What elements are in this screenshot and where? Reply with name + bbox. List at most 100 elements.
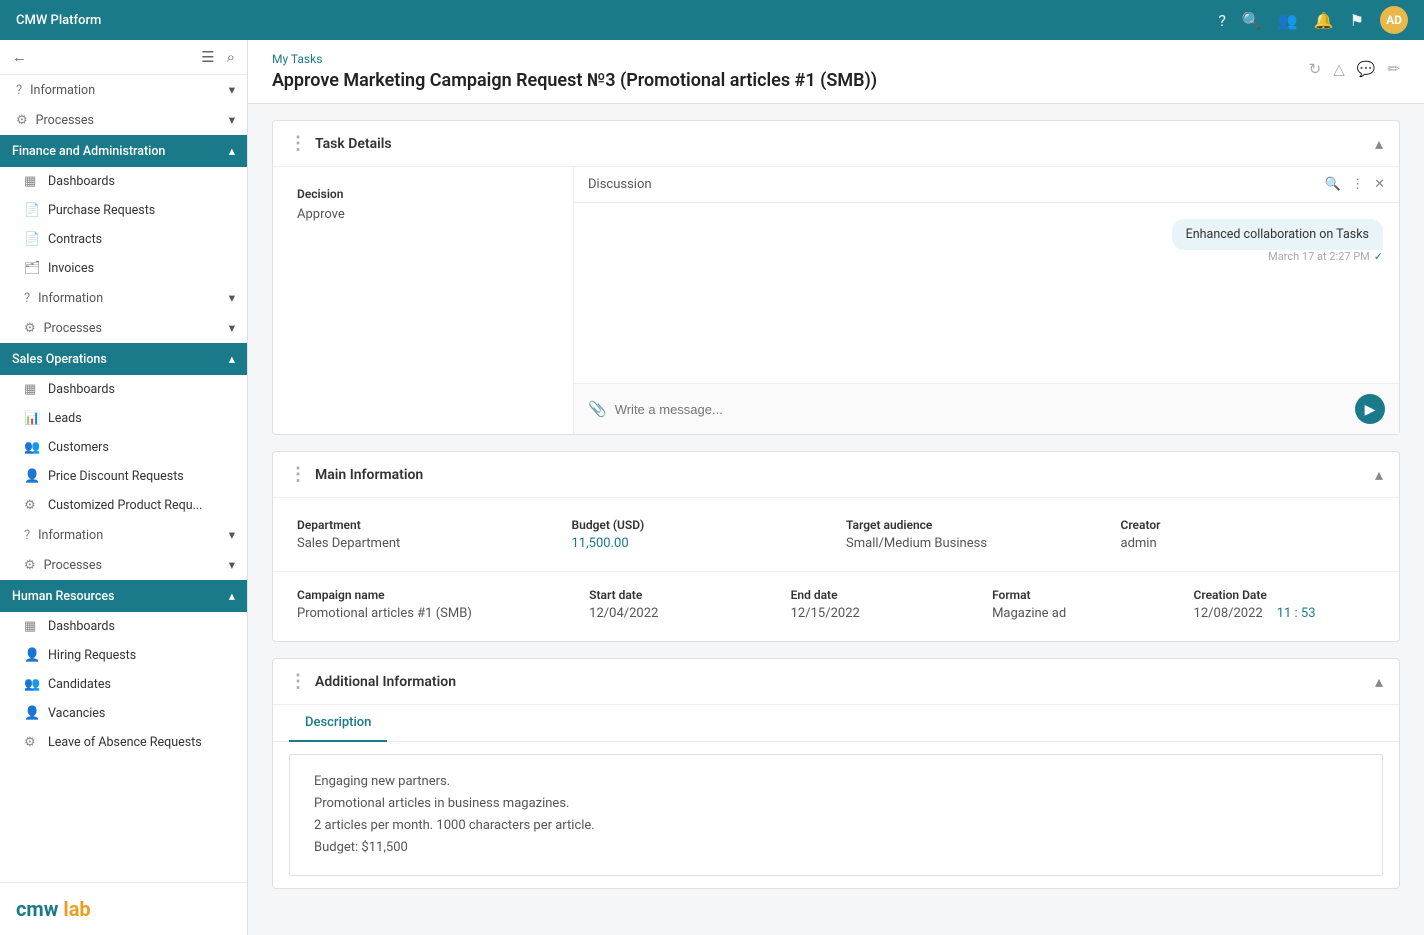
sidebar-label-processes-fin: Processes [44, 321, 102, 336]
menu-icon[interactable]: ☰ [201, 48, 214, 66]
discussion-body: Enhanced collaboration on Tasks March 17… [574, 203, 1399, 383]
sidebar-item-dashboards-fin[interactable]: ▦ Dashboards [0, 167, 247, 196]
collapse-icon[interactable] [1375, 465, 1383, 484]
field-budget: Budget (USD) 11,500.00 [572, 518, 827, 551]
tab-bar: Description [273, 705, 1399, 742]
message-bubble: Enhanced collaboration on Tasks [1172, 219, 1383, 250]
users-icon[interactable]: 👥 [1278, 11, 1298, 30]
task-details-title: Task Details [315, 136, 392, 152]
sidebar-search-icon[interactable]: ⌕ [227, 48, 235, 66]
sidebar-item-customized-product[interactable]: ⚙ Customized Product Requ... [0, 491, 247, 520]
comment-icon[interactable]: 💬 [1357, 60, 1376, 78]
sidebar-item-label: Customized Product Requ... [48, 498, 202, 513]
invoice-icon: 🗂 [24, 261, 40, 276]
desc-line-4: Budget: $11,500 [314, 837, 1358, 859]
back-icon[interactable]: ← [12, 48, 27, 66]
chevron-down-icon [229, 527, 235, 543]
discussion-more-icon[interactable]: ⋮ [1351, 177, 1364, 192]
sidebar-item-invoices[interactable]: 🗂 Invoices [0, 254, 247, 283]
tab-description[interactable]: Description [289, 705, 387, 742]
sidebar-item-contracts[interactable]: 📄 Contracts [0, 225, 247, 254]
flag-icon[interactable]: ⚑ [1350, 11, 1364, 30]
drag-handle-icon: ⋮ [289, 133, 307, 154]
field-department: Department Sales Department [297, 518, 552, 551]
sidebar-item-leave-absence[interactable]: ⚙ Leave of Absence Requests [0, 728, 247, 757]
chevron-up-icon [229, 351, 235, 367]
sidebar-label-processes-top: Processes [36, 113, 94, 128]
sidebar-item-processes-top[interactable]: ⚙ Processes [0, 105, 247, 135]
info-icon: ? [24, 528, 30, 543]
candidates-icon: 👥 [24, 677, 40, 692]
sidebar-item-price-discount[interactable]: 👤 Price Discount Requests [0, 462, 247, 491]
processes-icon: ⚙ [16, 113, 28, 128]
main-information-card: ⋮ Main Information Department Sales Depa… [272, 451, 1400, 642]
task-details-header: ⋮ Task Details [273, 121, 1399, 167]
message-input[interactable] [615, 402, 1347, 417]
discussion-close-icon[interactable]: ✕ [1374, 177, 1385, 192]
attach-icon[interactable]: 📎 [588, 400, 607, 418]
chart-icon: 📊 [24, 411, 40, 426]
sidebar-item-label: Dashboards [48, 382, 115, 397]
product-icon: ⚙ [24, 498, 40, 513]
desc-line-2: Promotional articles in business magazin… [314, 793, 1358, 815]
sidebar-item-label: Leads [48, 411, 82, 426]
sidebar-item-processes-sales[interactable]: ⚙ Processes [0, 550, 247, 580]
sidebar-item-purchase-requests[interactable]: 📄 Purchase Requests [0, 196, 247, 225]
leave-icon: ⚙ [24, 735, 40, 750]
sidebar-item-processes-fin[interactable]: ⚙ Processes [0, 313, 247, 343]
sidebar-item-hiring-requests[interactable]: 👤 Hiring Requests [0, 641, 247, 670]
field-campaign-name: Campaign name Promotional articles #1 (S… [297, 588, 569, 621]
sidebar-item-information-fin[interactable]: ? Information [0, 283, 247, 313]
doc-icon: 📄 [24, 203, 40, 218]
sidebar-section-finance[interactable]: Finance and Administration [0, 135, 247, 167]
chevron-up-icon [229, 588, 235, 604]
refresh-icon[interactable]: ↻ [1309, 60, 1322, 78]
sidebar-section-hr[interactable]: Human Resources [0, 580, 247, 612]
sidebar-item-customers[interactable]: 👥 Customers [0, 433, 247, 462]
field-format: Format Magazine ad [992, 588, 1173, 621]
sidebar-label-information-sales: Information [38, 528, 103, 543]
doc-icon: 📄 [24, 232, 40, 247]
chevron-down-icon [229, 557, 235, 573]
collapse-icon[interactable] [1375, 134, 1383, 153]
user-avatar[interactable]: AD [1380, 6, 1408, 34]
info-icon: ? [24, 291, 30, 306]
sidebar-label-information-fin: Information [38, 291, 103, 306]
collapse-icon[interactable] [1375, 672, 1383, 691]
sidebar-item-dashboards-sales[interactable]: ▦ Dashboards [0, 375, 247, 404]
field-end-date: End date 12/15/2022 [791, 588, 972, 621]
sidebar-item-candidates[interactable]: 👥 Candidates [0, 670, 247, 699]
info-icon: ? [16, 83, 22, 98]
desc-line-1: Engaging new partners. [314, 771, 1358, 793]
sidebar-header: ← ☰ ⌕ [0, 40, 247, 75]
page-header: My Tasks Approve Marketing Campaign Requ… [248, 40, 1424, 104]
sidebar-item-label: Purchase Requests [48, 203, 155, 218]
send-button[interactable]: ▶ [1355, 394, 1385, 424]
sidebar-bottom-logo: cmw lab [0, 882, 247, 935]
discussion-search-icon[interactable]: 🔍 [1325, 177, 1341, 192]
sidebar-item-leads[interactable]: 📊 Leads [0, 404, 247, 433]
sidebar-item-information-sales[interactable]: ? Information [0, 520, 247, 550]
sidebar-item-vacancies[interactable]: 👤 Vacancies [0, 699, 247, 728]
edit-icon[interactable]: ✏ [1387, 60, 1400, 78]
bottom-logo-text: cmw lab [16, 897, 91, 921]
chevron-down-icon [229, 82, 235, 98]
field-start-date: Start date 12/04/2022 [589, 588, 770, 621]
help-icon[interactable]: ? [1218, 11, 1226, 30]
warning-icon[interactable]: △ [1333, 60, 1345, 78]
sidebar-item-label: Customers [48, 440, 109, 455]
sidebar-item-dashboards-hr[interactable]: ▦ Dashboards [0, 612, 247, 641]
sidebar-section-sales[interactable]: Sales Operations [0, 343, 247, 375]
desc-line-3: 2 articles per month. 1000 characters pe… [314, 815, 1358, 837]
search-icon[interactable]: 🔍 [1242, 11, 1262, 30]
chevron-down-icon [229, 290, 235, 306]
breadcrumb[interactable]: My Tasks [272, 52, 877, 66]
bell-icon[interactable]: 🔔 [1314, 11, 1334, 30]
sidebar-label-processes-sales: Processes [44, 558, 102, 573]
sidebar: ← ☰ ⌕ ? Information ⚙ Processes Finance … [0, 40, 248, 935]
additional-information-card: ⋮ Additional Information Description Eng… [272, 658, 1400, 889]
field-creator: Creator admin [1121, 518, 1376, 551]
main-info-row2: Campaign name Promotional articles #1 (S… [273, 571, 1399, 641]
task-details-card: ⋮ Task Details Decision Approve Discussi… [272, 120, 1400, 435]
sidebar-item-information-top[interactable]: ? Information [0, 75, 247, 105]
